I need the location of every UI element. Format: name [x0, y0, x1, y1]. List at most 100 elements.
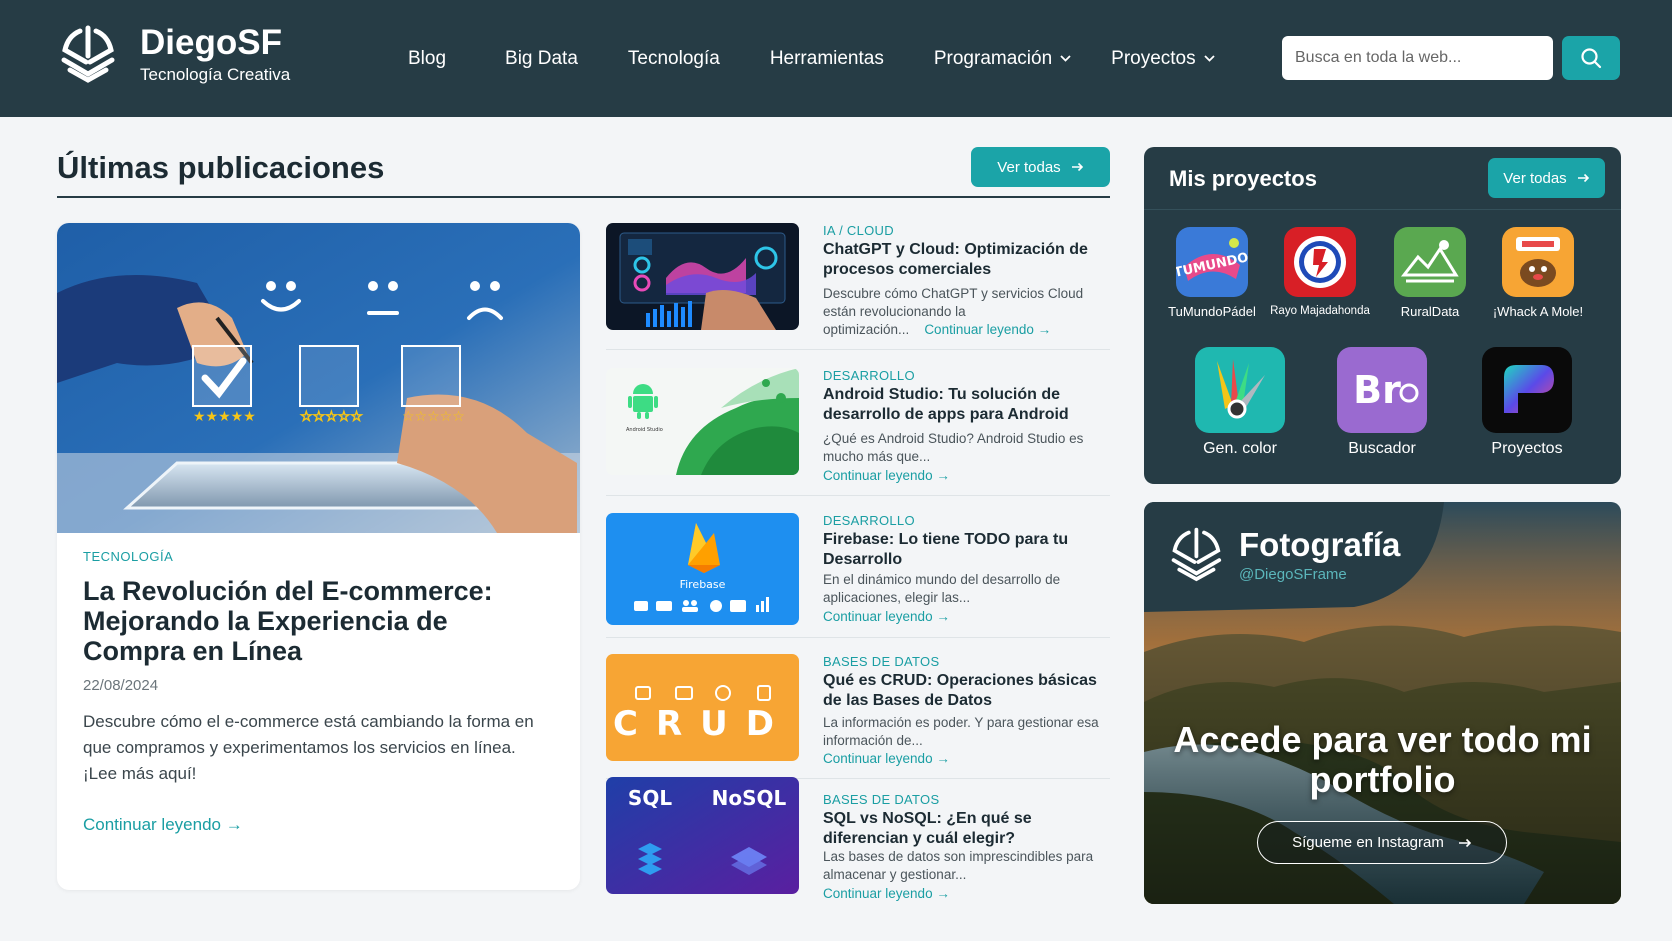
- rayo-majadahonda-icon: [1284, 227, 1356, 297]
- list-item[interactable]: Firebase DESARROLLO Firebase: Lo tiene T…: [606, 513, 1110, 633]
- project-app-ruraldata[interactable]: RuralData: [1380, 227, 1480, 319]
- svg-text:☆☆☆☆☆: ☆☆☆☆☆: [402, 409, 465, 425]
- featured-article[interactable]: ★★★★★ ☆☆☆☆☆ ☆☆☆☆☆ ☆☆☆☆☆ TECNOLOGÍA La Re…: [57, 223, 580, 890]
- read-more-link[interactable]: Continuar leyendo →: [823, 751, 950, 766]
- article-title[interactable]: La Revolución del E-commerce: Mejorando …: [83, 576, 553, 666]
- svg-text:☆☆☆☆☆: ☆☆☆☆☆: [300, 409, 363, 425]
- project-app-proyectos[interactable]: Proyectos: [1477, 347, 1577, 458]
- brand-tagline: Tecnología Creativa: [140, 64, 291, 84]
- project-app-tumundopadel[interactable]: TUMUNDO TuMundoPádel: [1162, 227, 1262, 319]
- icon-text: Br: [1353, 368, 1401, 412]
- app-label: RuralData: [1400, 304, 1460, 319]
- see-all-projects-button[interactable]: Ver todas: [1488, 158, 1605, 198]
- article-thumbnail: [606, 223, 799, 330]
- article-title[interactable]: ChatGPT y Cloud: Optimización de proceso…: [823, 240, 1108, 280]
- search-icon: [1581, 48, 1602, 69]
- list-divider: [606, 637, 1110, 638]
- thumb-label-right: NoSQL: [712, 786, 787, 810]
- buscador-icon: Br: [1337, 347, 1427, 433]
- portfolio-cta-text: Accede para ver todo mi portfolio: [1173, 719, 1592, 800]
- proyectos-icon: [1482, 347, 1572, 433]
- article-category: DESARROLLO: [823, 368, 915, 383]
- nav-item-blog[interactable]: Blog: [408, 48, 446, 70]
- android-studio-illustration-icon: Android Studio: [606, 368, 799, 475]
- nav-label: Big Data: [505, 47, 578, 69]
- read-more-link[interactable]: Continuar leyendo →: [823, 609, 950, 624]
- article-description: La información es poder. Y para gestiona…: [823, 715, 1099, 748]
- article-title[interactable]: SQL vs NoSQL: ¿En qué se diferencian y c…: [823, 809, 1108, 849]
- read-more-link[interactable]: Continuar leyendo →: [823, 468, 950, 483]
- project-app-whack-a-mole[interactable]: ¡Whack A Mole!: [1488, 227, 1588, 319]
- arrow-right-icon: →: [936, 609, 950, 624]
- ruraldata-icon: [1394, 227, 1466, 297]
- article-category: DESARROLLO: [823, 513, 915, 528]
- photography-banner[interactable]: Fotografía @DiegoSFrame Accede para ver …: [1144, 502, 1621, 904]
- see-all-posts-button[interactable]: Ver todas: [971, 147, 1110, 187]
- follow-instagram-button[interactable]: Sígueme en Instagram: [1257, 821, 1507, 864]
- project-app-rayo-majadahonda[interactable]: Rayo Majadahonda: [1270, 227, 1370, 317]
- arrow-right-icon: →: [936, 886, 950, 901]
- arrow-right-icon: →: [936, 751, 950, 766]
- thumb-label: Firebase: [680, 578, 726, 591]
- app-label: Rayo Majadahonda: [1270, 305, 1370, 317]
- article-category: BASES DE DATOS: [823, 654, 940, 669]
- link-label: Continuar leyendo: [823, 751, 933, 766]
- link-label: Continuar leyendo: [823, 886, 933, 901]
- button-label: Ver todas: [1503, 169, 1567, 187]
- brand-logo-icon: [1171, 527, 1222, 582]
- project-app-buscador[interactable]: Br Buscador: [1332, 347, 1432, 458]
- sql-nosql-illustration-icon: SQL NoSQL: [606, 777, 799, 894]
- search-input[interactable]: [1282, 36, 1553, 80]
- article-category: IA / CLOUD: [823, 223, 894, 238]
- article-description: ¿Qué es Android Studio? Android Studio e…: [823, 431, 1084, 464]
- article-title[interactable]: Qué es CRUD: Operaciones básicas de las …: [823, 671, 1108, 711]
- nav-label: Blog: [408, 47, 447, 69]
- arrow-right-icon: [1577, 173, 1589, 183]
- nav-item-herramientas[interactable]: Herramientas: [770, 48, 884, 70]
- article-thumbnail: Firebase: [606, 513, 799, 625]
- arrow-right-icon: →: [1037, 322, 1052, 337]
- list-item[interactable]: SQL NoSQL BASES DE DATOS SQL vs NoSQL: ¿…: [606, 777, 1110, 912]
- arrow-right-icon: [1458, 838, 1472, 847]
- app-label: TuMundoPádel: [1168, 304, 1256, 319]
- nav-item-big-data[interactable]: Big Data: [505, 48, 578, 70]
- color-generator-icon: [1195, 347, 1285, 433]
- site-header: DiegoSF Tecnología Creativa Blog Big Dat…: [0, 0, 1672, 117]
- instagram-handle: @DiegoSFrame: [1239, 566, 1347, 583]
- nav-label: Programación: [933, 47, 1053, 69]
- list-item[interactable]: CRUD BASES DE DATOS Qué es CRUD: Operaci…: [606, 654, 1110, 774]
- dashboard-illustration-icon: [606, 223, 799, 330]
- chevron-down-icon: [1203, 55, 1215, 62]
- app-label: ¡Whack A Mole!: [1492, 304, 1584, 319]
- article-title[interactable]: Android Studio: Tu solución de desarroll…: [823, 385, 1108, 425]
- brand-text: DiegoSF Tecnología Creativa: [140, 23, 291, 85]
- article-title[interactable]: Firebase: Lo tiene TODO para tu Desarrol…: [823, 530, 1108, 570]
- list-divider: [606, 349, 1110, 350]
- nav-item-tecnologia[interactable]: Tecnología: [628, 48, 720, 70]
- nav-label: Tecnología: [627, 47, 720, 69]
- site-logo[interactable]: DiegoSF Tecnología Creativa: [56, 22, 290, 86]
- article-description: En el dinámico mundo del desarrollo de a…: [823, 572, 1061, 605]
- read-more-link[interactable]: Continuar leyendo →: [823, 886, 950, 901]
- list-item[interactable]: Android Studio DESARROLLO Android Studio…: [606, 368, 1110, 488]
- button-label: Ver todas: [997, 158, 1061, 176]
- app-label: Gen. color: [1203, 440, 1277, 457]
- search-button[interactable]: [1562, 36, 1620, 80]
- read-more-link[interactable]: Continuar leyendo →: [83, 815, 243, 835]
- list-item[interactable]: IA / CLOUD ChatGPT y Cloud: Optimización…: [606, 223, 1110, 343]
- nav-item-proyectos[interactable]: Proyectos: [1111, 48, 1215, 70]
- firebase-illustration-icon: Firebase: [606, 513, 799, 625]
- article-date: 22/08/2024: [83, 677, 159, 694]
- thumb-label: Android Studio: [626, 427, 663, 433]
- nav-label: Herramientas: [769, 47, 884, 69]
- svg-text:★★★★★: ★★★★★: [193, 409, 256, 425]
- section-divider: [57, 196, 1110, 198]
- app-label: Proyectos: [1491, 440, 1563, 457]
- brand-logo-icon: [61, 25, 115, 83]
- read-more-link[interactable]: Continuar leyendo →: [924, 322, 1051, 337]
- link-label: Continuar leyendo: [823, 468, 933, 483]
- article-category: BASES DE DATOS: [823, 792, 940, 807]
- nav-item-programacion[interactable]: Programación: [934, 48, 1071, 70]
- link-label: Continuar leyendo: [924, 322, 1034, 337]
- project-app-color-generator[interactable]: Gen. color: [1190, 347, 1290, 458]
